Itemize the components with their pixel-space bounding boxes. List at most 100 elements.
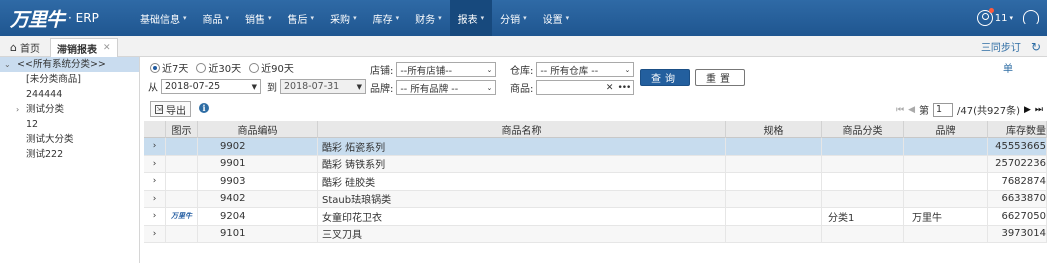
first-page-icon[interactable]: ⏮: [896, 105, 904, 115]
menu-item[interactable]: 采购 ▾: [322, 0, 365, 36]
radio-icon[interactable]: [196, 62, 207, 73]
close-icon[interactable]: ✕: [103, 43, 111, 53]
header-stock[interactable]: 库存数量: [988, 121, 1047, 138]
menu-item[interactable]: 报表 ▾: [449, 0, 493, 36]
cell-stock: 6627050: [988, 208, 1047, 225]
table-row[interactable]: › 9402 Staub珐琅锅类 6633870: [144, 190, 1047, 208]
date-to-input[interactable]: 2018-07-31 ▼: [280, 79, 366, 94]
menu-item[interactable]: 分销 ▾: [492, 0, 535, 36]
cell-name: 女童印花卫衣: [318, 208, 726, 225]
date-range-radio[interactable]: 近30天: [196, 60, 241, 75]
page-input[interactable]: 1: [932, 102, 953, 117]
chevron-right-icon[interactable]: ›: [144, 225, 166, 242]
chevron-right-icon[interactable]: ›: [144, 208, 166, 225]
radio-icon[interactable]: [249, 62, 260, 73]
tree-item[interactable]: 12: [0, 117, 139, 132]
header-spec[interactable]: 规格: [726, 121, 822, 138]
menu-item[interactable]: 基础信息 ▾: [132, 0, 195, 36]
menu-item-label: 库存: [372, 14, 393, 26]
refresh-icon[interactable]: ↻: [1031, 40, 1041, 54]
sync-button[interactable]: 三同步订: [981, 39, 1021, 54]
menu-item[interactable]: 财务 ▾: [407, 0, 450, 36]
header-category[interactable]: 商品分类: [822, 121, 904, 138]
table-row[interactable]: › 9902 酷彩 炻瓷系列 45553665: [144, 138, 1047, 156]
tree-item[interactable]: 244444: [0, 87, 139, 102]
query-button[interactable]: 查询: [640, 69, 690, 86]
chevron-down-icon: ▾: [353, 14, 357, 22]
page-total: /47(共927条): [956, 106, 1020, 117]
table-row[interactable]: › 万里牛 9204 女童印花卫衣 分类1 万里牛 6627050: [144, 208, 1047, 226]
radio-label: 近7天: [162, 64, 189, 75]
cell-stock: 6633870: [988, 190, 1047, 207]
chevron-down-icon: ▾: [565, 14, 570, 22]
chevron-down-icon: ▾: [310, 14, 315, 22]
header-name[interactable]: 商品名称: [318, 121, 726, 138]
product-thumbnail[interactable]: [166, 173, 198, 190]
date-range-radio[interactable]: 近90天: [249, 60, 294, 75]
chevron-down-icon: ⌄: [486, 65, 493, 74]
product-thumbnail[interactable]: [166, 190, 198, 207]
user-menu[interactable]: 11 ▾: [976, 8, 1013, 26]
chevron-right-icon[interactable]: ›: [16, 102, 26, 117]
header-code[interactable]: 商品编码: [198, 121, 318, 138]
tab-home-label: 首页: [19, 44, 40, 55]
cell-spec: [726, 208, 822, 225]
product-thumbnail[interactable]: [166, 225, 198, 242]
chevron-right-icon[interactable]: ›: [144, 138, 166, 155]
corner-text[interactable]: 单: [1003, 60, 1013, 75]
more-icon[interactable]: •••: [617, 83, 631, 93]
info-icon[interactable]: i: [199, 103, 209, 113]
menu-item[interactable]: 库存 ▾: [365, 0, 408, 36]
warehouse-value: -- 所有仓库 --: [540, 65, 599, 77]
warehouse-select[interactable]: -- 所有仓库 -- ⌄: [536, 62, 635, 77]
next-page-icon[interactable]: ▶: [1024, 105, 1031, 115]
from-label: 从: [148, 83, 158, 94]
tree-item[interactable]: › 测试分类: [0, 102, 139, 117]
export-button[interactable]: ⇲ 导出: [150, 101, 191, 117]
menu-item[interactable]: 销售 ▾: [237, 0, 280, 36]
last-page-icon[interactable]: ⏭: [1035, 105, 1043, 115]
menu-item[interactable]: 设置 ▾: [535, 0, 578, 36]
product-thumbnail[interactable]: 万里牛: [166, 208, 198, 225]
tree-item[interactable]: 测试大分类: [0, 132, 139, 147]
shop-select[interactable]: --所有店铺-- ⌄: [396, 62, 497, 77]
shop-filter: 店铺: --所有店铺-- ⌄: [370, 62, 497, 77]
menu-item-label: 销售: [245, 14, 266, 26]
radio-icon[interactable]: [150, 62, 160, 73]
tab-home[interactable]: ⌂ 首页: [4, 38, 46, 57]
table-row[interactable]: › 9901 酷彩 铸铁系列 25702236: [144, 155, 1047, 173]
cell-spec: [726, 190, 822, 207]
brand-value: -- 所有品牌 --: [400, 83, 459, 95]
grid-header: 图示 商品编码 商品名称 规格 商品分类 品牌 库存数量: [144, 121, 1047, 138]
clear-icon[interactable]: ✕: [606, 83, 614, 93]
chevron-right-icon[interactable]: ›: [144, 190, 166, 207]
chevron-right-icon[interactable]: ›: [144, 155, 166, 172]
header-brand[interactable]: 品牌: [904, 121, 988, 138]
date-range-radio[interactable]: 近7天: [150, 60, 188, 75]
tree-root[interactable]: ⌄ <<所有系统分类>>: [0, 57, 139, 72]
chevron-right-icon[interactable]: ›: [144, 173, 166, 190]
header-image[interactable]: 图示: [166, 121, 198, 138]
product-thumbnail[interactable]: [166, 138, 198, 155]
menu-item[interactable]: 售后 ▾: [280, 0, 323, 36]
product-thumbnail[interactable]: [166, 155, 198, 172]
reset-button[interactable]: 重置: [695, 69, 745, 86]
cell-category: [822, 155, 904, 172]
chevron-down-icon[interactable]: ⌄: [4, 57, 14, 72]
product-input[interactable]: ✕ •••: [536, 80, 635, 95]
menu-item[interactable]: 商品 ▾: [195, 0, 238, 36]
headset-icon[interactable]: [1023, 10, 1039, 26]
cell-name: 酷彩 铸铁系列: [318, 155, 726, 172]
table-row[interactable]: › 9903 酷彩 硅胶类 7682874: [144, 173, 1047, 191]
tree-item[interactable]: 测试222: [0, 147, 139, 162]
page-label: 第: [918, 106, 929, 117]
tab-slow-moving-report[interactable]: 滞销报表 ✕: [50, 38, 118, 57]
table-row[interactable]: › 9101 三叉刀具 3973014: [144, 225, 1047, 243]
brand-select[interactable]: -- 所有品牌 -- ⌄: [396, 80, 497, 95]
prev-page-icon[interactable]: ◀: [908, 105, 915, 115]
date-from-input[interactable]: 2018-07-25 ▼: [161, 79, 261, 94]
tree-item[interactable]: [未分类商品]: [0, 72, 139, 87]
chevron-down-icon: ▾: [480, 14, 485, 22]
cell-brand: [904, 173, 988, 190]
app-logo[interactable]: 万里牛 · ERP: [10, 6, 99, 31]
